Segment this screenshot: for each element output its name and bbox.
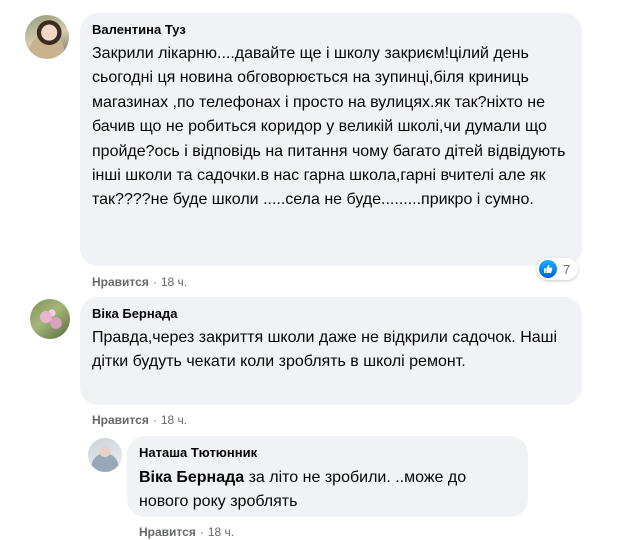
like-button[interactable]: Нравится	[92, 275, 149, 289]
comment-timestamp[interactable]: 18 ч.	[161, 413, 187, 427]
comment-text: Віка Бернада за літо не зробили. ..може …	[139, 466, 516, 515]
comment-timestamp[interactable]: 18 ч.	[161, 275, 187, 289]
reactions-badge[interactable]: 7	[537, 258, 579, 280]
like-button[interactable]: Нравится	[139, 525, 196, 539]
comment-text: Правда,через закриття школи даже не відк…	[92, 329, 558, 371]
comment-bubble: Віка Бернада Правда,через закриття школи…	[80, 297, 582, 405]
comment-text: Закрили лікарню....давайте ще і школу за…	[92, 45, 566, 209]
comment-timestamp[interactable]: 18 ч.	[208, 525, 234, 539]
comment-bubble: Валентина Туз Закрили лікарню....давайте…	[80, 13, 582, 266]
separator-dot: ·	[152, 413, 157, 427]
comment-actions: Нравится · 18 ч.	[139, 524, 234, 540]
comment-author[interactable]: Наташа Тютюнник	[139, 444, 516, 462]
separator-dot: ·	[199, 525, 204, 539]
comment-author[interactable]: Валентина Туз	[92, 21, 570, 39]
reaction-count: 7	[563, 261, 571, 277]
avatar[interactable]	[88, 438, 122, 472]
comment-actions: Нравится · 18 ч.	[92, 274, 187, 290]
avatar[interactable]	[30, 299, 70, 339]
comment-author[interactable]: Віка Бернада	[92, 305, 570, 323]
mention-link[interactable]: Віка Бернада	[139, 469, 244, 486]
avatar[interactable]	[25, 15, 69, 59]
comment-actions: Нравится · 18 ч.	[92, 412, 187, 428]
like-icon	[539, 260, 557, 278]
separator-dot: ·	[152, 275, 157, 289]
reply-bubble: Наташа Тютюнник Віка Бернада за літо не …	[127, 436, 528, 517]
like-button[interactable]: Нравится	[92, 413, 149, 427]
